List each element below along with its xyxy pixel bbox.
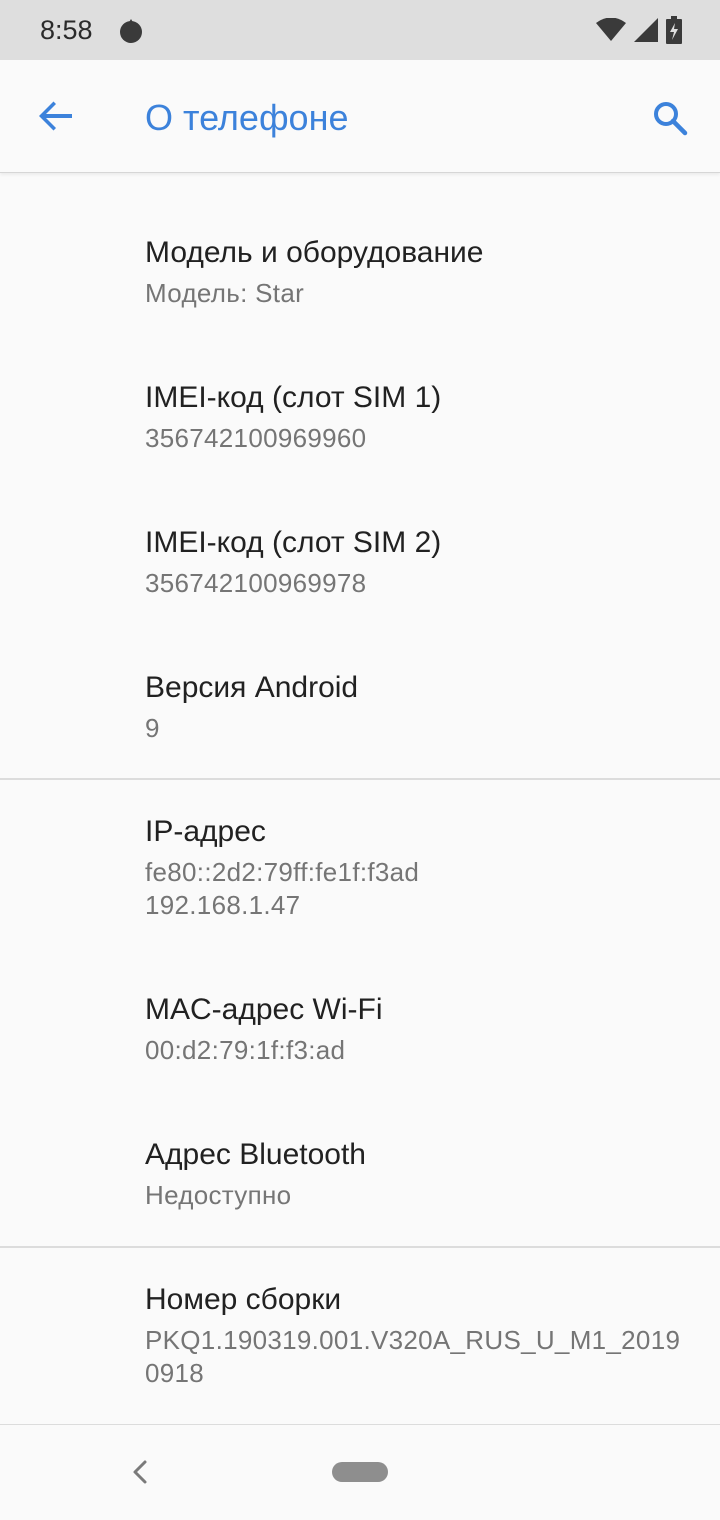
list-item-bluetooth-address[interactable]: Адрес Bluetooth Недоступно bbox=[0, 1103, 720, 1245]
nav-back-button[interactable] bbox=[124, 1456, 156, 1488]
item-summary: fe80::2d2:79ff:fe1f:f3ad 192.168.1.47 bbox=[145, 857, 420, 920]
status-icons bbox=[596, 16, 682, 44]
item-summary: PKQ1.190319.001.V320A_RUS_U_M1_20190918 bbox=[145, 1325, 681, 1388]
list-item-imei-sim1[interactable]: IMEI-код (слот SIM 1) 356742100969960 bbox=[0, 318, 720, 463]
divider bbox=[0, 1424, 720, 1425]
notification-icon bbox=[120, 19, 142, 43]
item-title: IMEI-код (слот SIM 2) bbox=[145, 526, 442, 559]
navigation-bar bbox=[0, 1426, 720, 1520]
item-title: Номер сборки bbox=[145, 1283, 342, 1316]
item-summary: Модель: Star bbox=[145, 278, 305, 308]
item-summary: 356742100969978 bbox=[145, 568, 367, 598]
item-summary: Недоступно bbox=[145, 1180, 292, 1210]
item-title: IP-адрес bbox=[145, 815, 266, 848]
list-item-model[interactable]: Модель и оборудование Модель: Star bbox=[0, 173, 720, 318]
list-item-build-number[interactable]: Номер сборки PKQ1.190319.001.V320A_RUS_U… bbox=[0, 1248, 720, 1423]
search-icon bbox=[654, 102, 688, 136]
arrow-back-icon bbox=[39, 101, 72, 131]
list-item-android-version[interactable]: Версия Android 9 bbox=[0, 608, 720, 778]
search-button[interactable] bbox=[642, 90, 698, 146]
item-summary: 356742100969960 bbox=[145, 423, 367, 453]
item-title: IMEI-код (слот SIM 1) bbox=[145, 381, 442, 414]
item-title: Версия Android bbox=[145, 671, 359, 704]
back-button[interactable] bbox=[30, 90, 82, 142]
item-summary: 9 bbox=[145, 713, 160, 743]
nav-home-button[interactable] bbox=[332, 1462, 388, 1482]
battery-charging-icon bbox=[666, 16, 682, 44]
nav-back-icon bbox=[133, 1460, 147, 1484]
item-title: Модель и оборудование bbox=[145, 236, 484, 269]
app-bar: О телефоне bbox=[0, 60, 720, 173]
signal-icon bbox=[634, 18, 658, 42]
list-item-ip-address[interactable]: IP-адрес fe80::2d2:79ff:fe1f:f3ad 192.16… bbox=[0, 780, 720, 958]
item-title: Адрес Bluetooth bbox=[145, 1138, 366, 1171]
list-item-imei-sim2[interactable]: IMEI-код (слот SIM 2) 356742100969978 bbox=[0, 463, 720, 608]
status-bar: 8:58 bbox=[0, 0, 720, 60]
list-item-wifi-mac[interactable]: MAC-адрес Wi-Fi 00:d2:79:1f:f3:ad bbox=[0, 958, 720, 1103]
item-summary: 00:d2:79:1f:f3:ad bbox=[145, 1035, 346, 1065]
status-time: 8:58 bbox=[40, 15, 93, 45]
page-title: О телефоне bbox=[145, 97, 349, 138]
wifi-icon bbox=[596, 18, 626, 41]
item-title: MAC-адрес Wi-Fi bbox=[145, 993, 383, 1026]
